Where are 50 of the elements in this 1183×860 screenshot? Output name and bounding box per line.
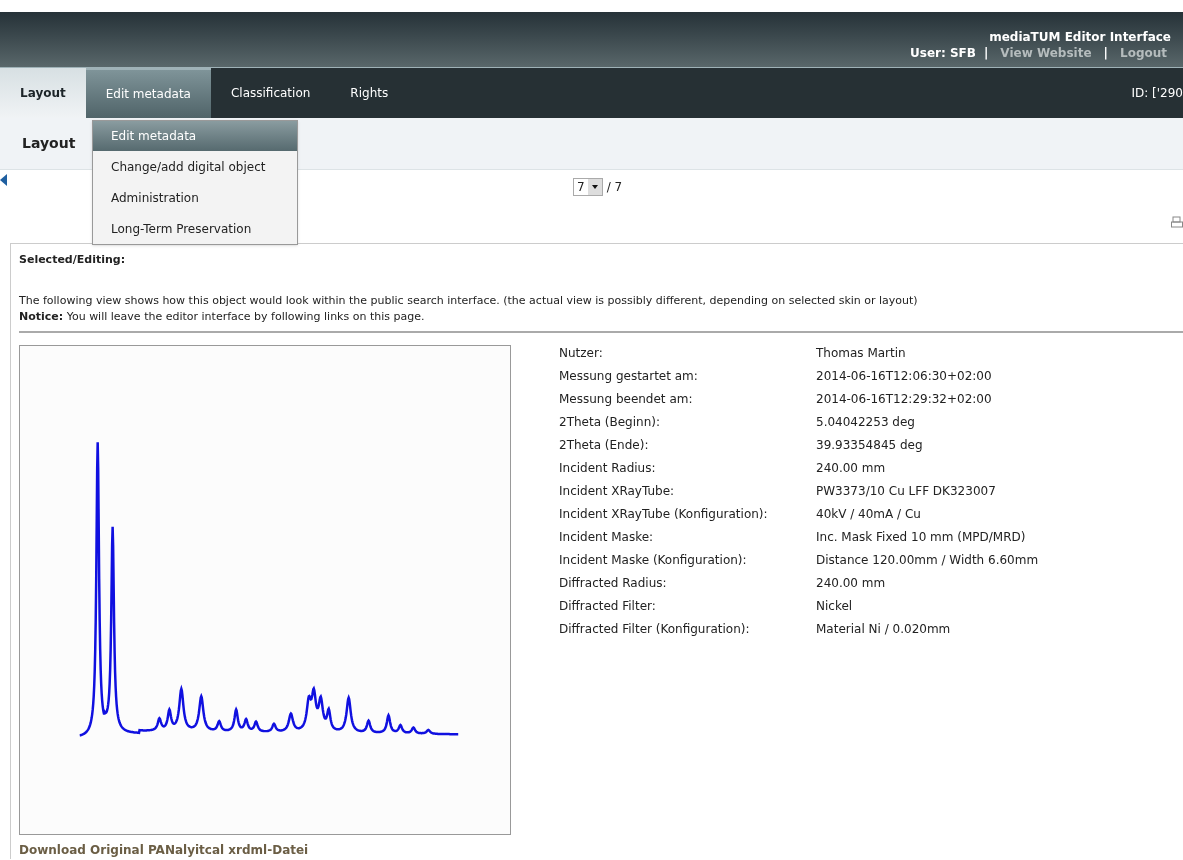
menu-item[interactable]: Edit metadata <box>93 121 297 151</box>
field-value: 39.93354845 deg <box>816 436 924 453</box>
menu-item[interactable]: Change/add digital object <box>93 151 297 182</box>
page-total: / 7 <box>606 179 623 196</box>
back-arrow-icon[interactable] <box>0 174 7 186</box>
page-select[interactable]: 7 <box>573 178 603 196</box>
notice-text: Notice: You will leave the editor interface by following links on this page. <box>19 308 426 325</box>
field-label: Incident XRayTube (Konfiguration): <box>559 505 769 522</box>
field-value: 2014-06-16T12:06:30+02:00 <box>816 367 993 384</box>
nav-tab[interactable]: Classification <box>210 68 331 118</box>
field-value: Nickel <box>816 597 854 614</box>
menu-item[interactable]: Long-Term Preservation <box>93 213 297 244</box>
print-icon[interactable] <box>1171 216 1183 228</box>
user-label: User: SFB <box>910 45 976 61</box>
field-label: 2Theta (Beginn): <box>559 413 661 430</box>
field-value: 240.00 mm <box>816 459 887 476</box>
field-value: 5.04042253 deg <box>816 413 916 430</box>
field-label: Nutzer: <box>559 344 604 361</box>
field-label: Messung gestartet am: <box>559 367 699 384</box>
header-link[interactable]: View Website <box>1000 45 1092 61</box>
description-text: The following view shows how this object would look within the public search interface. (the actual view is possibly different, depending on selected skin or layout) <box>19 292 919 309</box>
menu-item[interactable]: Administration <box>93 182 297 213</box>
field-value: Material Ni / 0.020mm <box>816 620 952 637</box>
field-label: Incident Maske (Konfiguration): <box>559 551 748 568</box>
field-value: Distance 120.00mm / Width 6.60mm <box>816 551 1039 568</box>
section-title: Selected/Editing: <box>19 252 127 268</box>
field-value: 2014-06-16T12:29:32+02:00 <box>816 390 993 407</box>
nav-tab[interactable]: Edit metadata <box>85 68 211 118</box>
id-label: ID: ['290 <box>1131 85 1183 102</box>
nav-tab[interactable]: Layout <box>0 68 86 118</box>
field-value: 240.00 mm <box>816 574 887 591</box>
field-label: Incident XRayTube: <box>559 482 676 499</box>
separator: | <box>1103 45 1108 61</box>
separator: | <box>983 45 989 61</box>
page-heading: Layout <box>22 134 76 153</box>
field-label: Diffracted Filter (Konfiguration): <box>559 620 751 637</box>
field-label: 2Theta (Ende): <box>559 436 650 453</box>
nav-tab[interactable]: Rights <box>330 68 409 118</box>
download-link[interactable]: Download Original PANalyitcal xrdml-Datei <box>19 840 559 859</box>
field-value: PW3373/10 Cu LFF DK323007 <box>816 482 997 499</box>
field-value: Thomas Martin <box>816 344 907 361</box>
field-label: Diffracted Radius: <box>559 574 668 591</box>
field-value: Inc. Mask Fixed 10 mm (MPD/MRD) <box>816 528 1027 545</box>
app-title: mediaTUM Editor Interface <box>989 29 1171 45</box>
field-label: Messung beendet am: <box>559 390 694 407</box>
header-link[interactable]: Logout <box>1120 45 1167 61</box>
field-label: Incident Maske: <box>559 528 655 545</box>
field-label: Incident Radius: <box>559 459 657 476</box>
field-value: 40kV / 40mA / Cu <box>816 505 922 522</box>
field-label: Diffracted Filter: <box>559 597 657 614</box>
